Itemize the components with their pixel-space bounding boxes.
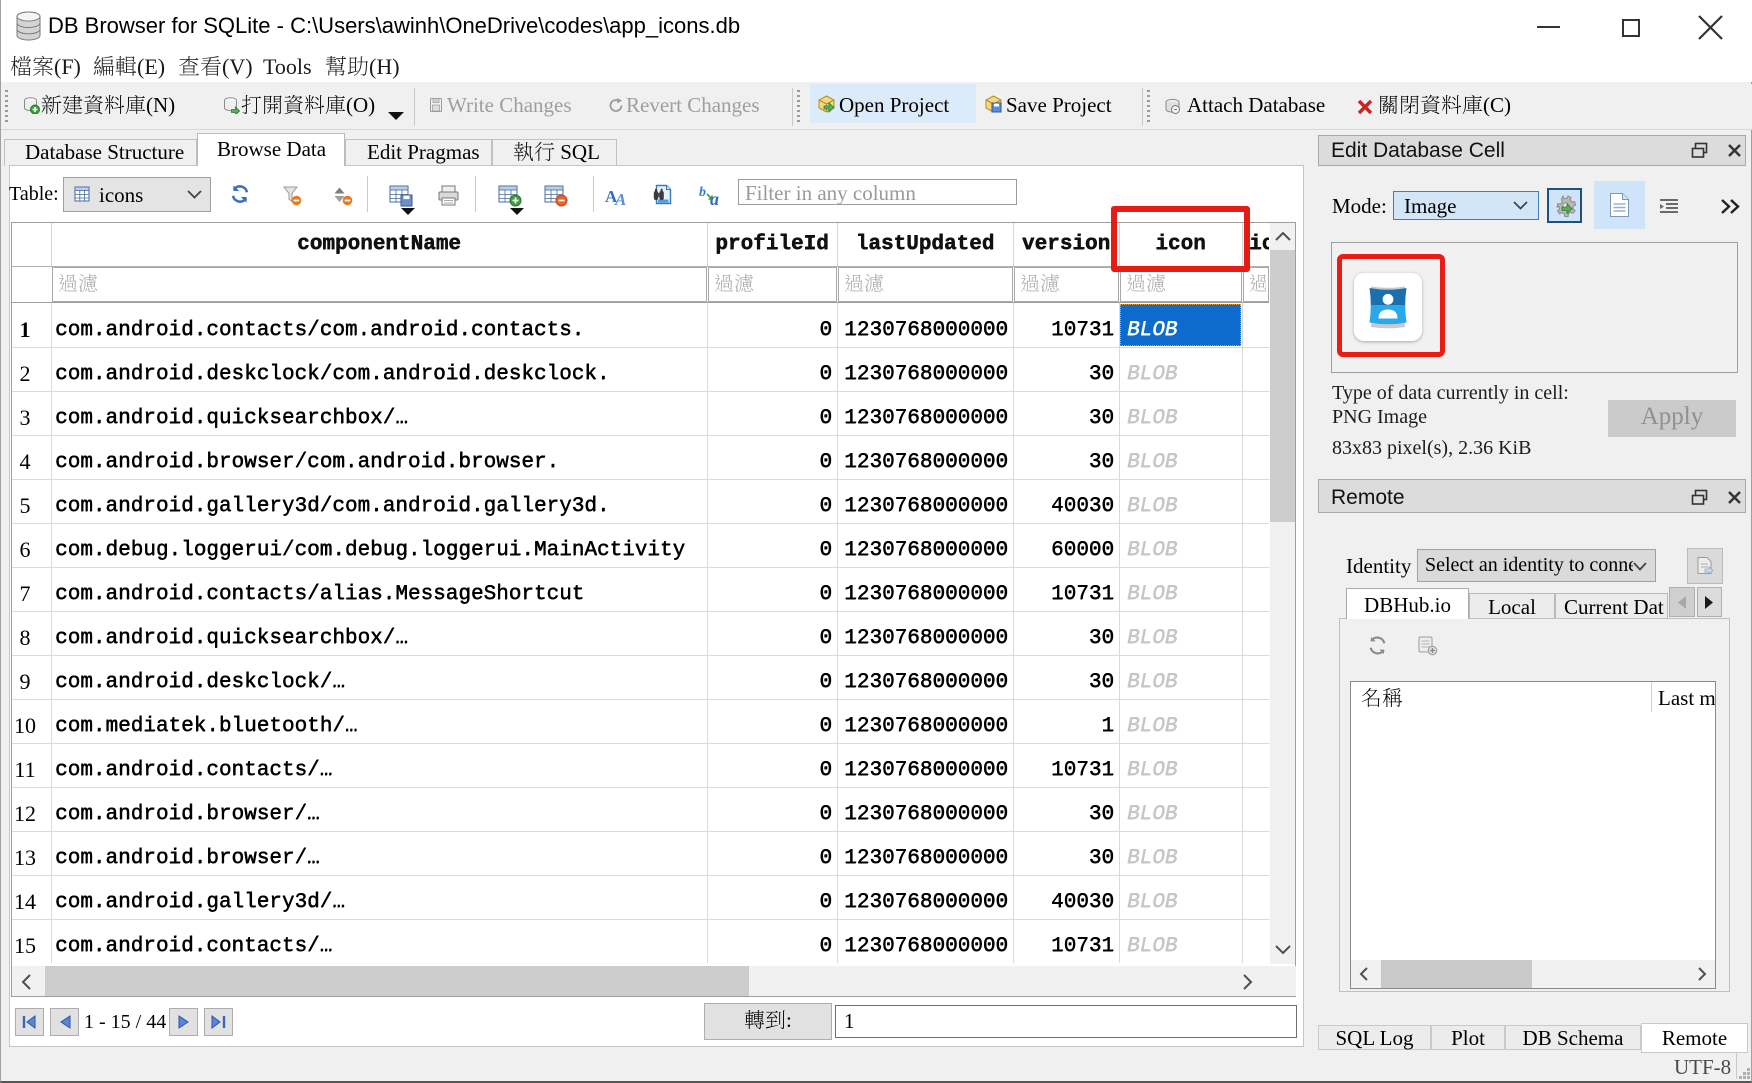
svg-text:a: a bbox=[710, 189, 719, 206]
svg-text:A: A bbox=[614, 190, 626, 206]
svg-text:b: b bbox=[699, 185, 706, 200]
